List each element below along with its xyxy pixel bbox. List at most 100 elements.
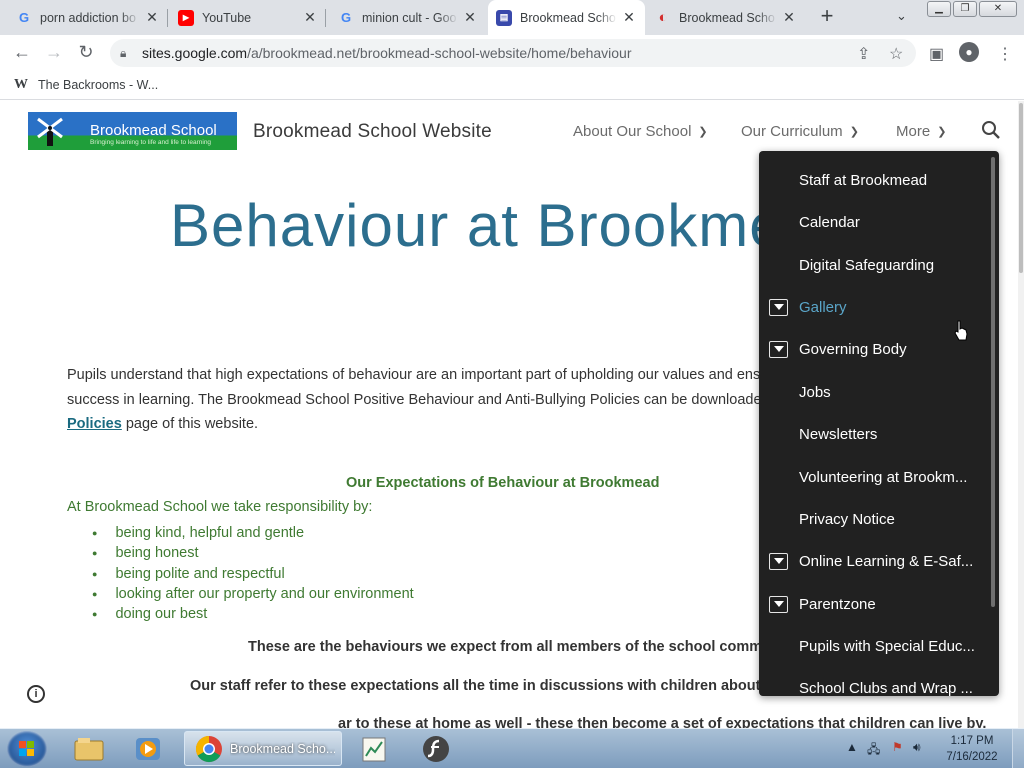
tab-brookmead-active[interactable]: ▤ Brookmead Scho ✕ <box>488 0 645 35</box>
system-clock[interactable]: 1:17 PM 7/16/2022 <box>937 733 1007 765</box>
show-desktop-button[interactable] <box>1012 729 1024 768</box>
side-panel-icon[interactable]: ▣ <box>929 44 944 64</box>
expand-caret-icon[interactable] <box>769 552 788 570</box>
clock-date: 7/16/2022 <box>946 751 998 763</box>
list-item: being polite and respectful <box>92 564 414 584</box>
tab-porn-addiction[interactable]: G porn addiction bo ✕ <box>8 0 168 35</box>
intro-line-3-text: page of this website. <box>121 416 259 432</box>
minimize-button[interactable]: ▁ <box>927 1 951 17</box>
bookmarks-bar: W The Backrooms - W... <box>0 71 1024 100</box>
menu-item-label: Parentzone <box>799 595 876 613</box>
site-name[interactable]: Brookmead School Website <box>253 121 492 143</box>
youtube-icon: ▶ <box>178 9 194 26</box>
menu-item-digital-safeguarding[interactable]: Digital Safeguarding <box>759 244 999 286</box>
url-path: /a/brookmead.net/brookmead-school-websit… <box>247 45 632 61</box>
profile-avatar-icon[interactable]: ● <box>959 42 979 62</box>
nav-more[interactable]: More ❯ <box>896 123 946 140</box>
close-icon[interactable]: ✕ <box>621 9 637 26</box>
search-icon[interactable] <box>981 120 1001 140</box>
expand-caret-icon[interactable] <box>769 595 788 613</box>
menu-item-staff[interactable]: Staff at Brookmead <box>759 159 999 201</box>
menu-item-label: Governing Body <box>799 340 907 358</box>
menu-item-jobs[interactable]: Jobs <box>759 371 999 413</box>
notepad-chart-icon[interactable] <box>357 734 391 764</box>
chevron-down-icon: ❯ <box>849 126 859 138</box>
expand-caret-icon[interactable] <box>769 340 788 358</box>
reload-button[interactable]: ↻ <box>74 43 98 63</box>
menu-item-privacy-notice[interactable]: Privacy Notice <box>759 498 999 540</box>
menu-scrollbar[interactable] <box>991 157 995 607</box>
nav-about-our-school[interactable]: About Our School ❯ <box>573 123 708 140</box>
menu-item-label: Jobs <box>799 383 831 401</box>
url-host: sites.google.com <box>142 45 248 61</box>
bookmark-backrooms[interactable]: W The Backrooms - W... <box>14 77 158 93</box>
list-item: doing our best <box>92 604 414 624</box>
windows-logo-icon <box>19 741 34 756</box>
back-button[interactable]: ← <box>10 43 34 63</box>
google-sites-icon: ▤ <box>496 9 512 26</box>
menu-kebab-icon[interactable]: ⋮ <box>997 44 1013 64</box>
school-logo[interactable]: Brookmead School Bringing learning to li… <box>28 112 237 150</box>
taskbar-task-label: Brookmead Scho... <box>230 742 335 756</box>
chevron-down-icon: ❯ <box>937 126 947 138</box>
address-bar[interactable]: 🔒︎ sites.google.com/a/brookmead.net/broo… <box>110 39 916 67</box>
show-hidden-icons-button[interactable]: ▲ <box>846 740 858 754</box>
close-icon[interactable]: ✕ <box>302 9 318 26</box>
new-tab-button[interactable]: + <box>815 5 839 29</box>
tab-search-chevron-icon[interactable]: ⌄ <box>896 8 907 24</box>
menu-item-volunteering[interactable]: Volunteering at Brookm... <box>759 456 999 498</box>
close-window-button[interactable]: ✕ <box>979 1 1017 17</box>
tab-title: Brookmead Scho <box>520 10 616 25</box>
network-icon[interactable]: 🖧︎ <box>867 740 880 761</box>
flash-icon[interactable] <box>419 734 453 764</box>
tab-youtube[interactable]: ▶ YouTube ✕ <box>170 0 326 35</box>
menu-item-label: Online Learning & E-Saf... <box>799 552 974 570</box>
tab-minion-cult[interactable]: G minion cult - Goo ✕ <box>330 0 486 35</box>
hand-cursor-icon <box>954 320 968 341</box>
windmill-icon <box>37 117 63 146</box>
expand-caret-icon[interactable] <box>769 298 788 316</box>
file-explorer-icon[interactable] <box>72 734 106 764</box>
media-player-icon[interactable] <box>131 734 165 764</box>
menu-item-label: Calendar <box>799 213 860 231</box>
info-icon[interactable]: i <box>27 685 45 703</box>
forward-button[interactable]: → <box>42 43 66 63</box>
chrome-icon <box>195 735 222 763</box>
tab-title: YouTube <box>202 10 252 25</box>
action-center-flag-icon[interactable]: ⚑ <box>892 740 903 754</box>
menu-item-online-learning[interactable]: Online Learning & E-Saf... <box>759 540 999 582</box>
more-dropdown-menu: Staff at Brookmead Calendar Digital Safe… <box>759 151 999 696</box>
bookmark-star-icon[interactable]: ☆ <box>889 44 903 64</box>
menu-item-pupils-special[interactable]: Pupils with Special Educ... <box>759 625 999 667</box>
menu-item-label: Privacy Notice <box>799 510 895 528</box>
tab-title: porn addiction bo <box>40 10 136 25</box>
tab-title: minion cult - Goo <box>362 10 457 25</box>
menu-item-label: Pupils with Special Educ... <box>799 637 975 655</box>
nav-label: About Our School <box>573 123 692 140</box>
share-icon[interactable]: ⇪ <box>857 44 870 64</box>
volume-icon[interactable]: 🔊︎ <box>913 740 921 755</box>
policies-link[interactable]: Policies <box>67 416 122 432</box>
chevron-down-icon: ❯ <box>698 126 708 138</box>
list-item: looking after our property and our envir… <box>92 584 413 604</box>
tab-brookmead[interactable]: ◐ Brookmead Scho ✕ <box>647 0 805 35</box>
menu-item-school-clubs[interactable]: School Clubs and Wrap ... <box>759 667 999 697</box>
expectations-intro: At Brookmead School we take responsibili… <box>67 499 373 515</box>
intro-line-1: Pupils understand that high expectations… <box>67 367 769 383</box>
page-scrollbar[interactable] <box>1018 101 1024 728</box>
bookmark-label: The Backrooms - W... <box>38 78 159 92</box>
menu-item-newsletters[interactable]: Newsletters <box>759 413 999 455</box>
menu-item-parentzone[interactable]: Parentzone <box>759 583 999 625</box>
menu-item-calendar[interactable]: Calendar <box>759 201 999 243</box>
start-button[interactable] <box>7 731 47 767</box>
intro-line-2: success in learning. The Brookmead Schoo… <box>67 391 770 408</box>
scrollbar-thumb[interactable] <box>1019 103 1023 273</box>
close-icon[interactable]: ✕ <box>781 9 797 26</box>
taskbar-chrome-task[interactable]: Brookmead Scho... <box>184 731 342 766</box>
nav-our-curriculum[interactable]: Our Curriculum ❯ <box>741 123 859 140</box>
close-icon[interactable]: ✕ <box>462 9 478 26</box>
lock-icon[interactable]: 🔒︎ <box>120 46 126 61</box>
clock-time: 1:17 PM <box>950 735 994 747</box>
restore-button[interactable]: ❐ <box>953 1 977 17</box>
close-icon[interactable]: ✕ <box>144 9 160 26</box>
